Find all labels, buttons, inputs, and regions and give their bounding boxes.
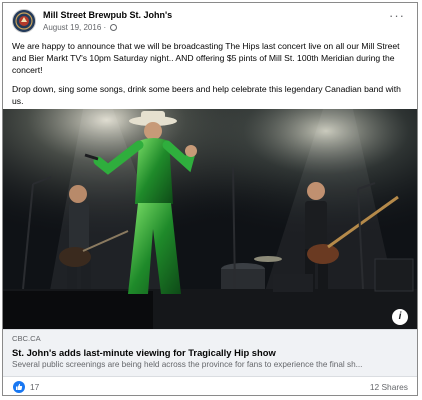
ellipsis-icon[interactable]: ··· [389,9,405,22]
shares-count[interactable]: 12 Shares [370,382,408,392]
page-name[interactable]: Mill Street Brewpub St. John's [43,10,172,20]
post-paragraph: We are happy to announce that we will be… [12,41,400,75]
link-domain: CBC.CA [12,334,41,343]
post-paragraph: Drop down, sing some songs, drink some b… [12,84,401,106]
reactions-bar: 17 12 Shares [3,378,417,395]
meta-separator: · [103,23,107,32]
post-text: We are happy to announce that we will be… [3,37,417,107]
concert-photo[interactable]: i [3,109,417,329]
like-count[interactable]: 17 [30,382,39,392]
link-description: Several public screenings are being held… [12,360,363,369]
post-date[interactable]: August 19, 2016 [43,23,101,32]
post-header: Mill Street Brewpub St. John's August 19… [3,3,417,37]
info-icon[interactable]: i [392,309,408,325]
concert-photo-image [3,109,417,329]
facebook-post: Mill Street Brewpub St. John's August 19… [2,2,418,396]
thumbs-up-glyph [16,383,23,390]
link-preview-card[interactable]: CBC.CA St. John's adds last-minute viewi… [3,329,417,377]
thumbs-up-icon[interactable] [13,381,25,393]
page-avatar[interactable] [12,9,36,33]
link-headline[interactable]: St. John's adds last-minute viewing for … [12,346,408,359]
brewpub-logo-icon [13,10,35,32]
post-meta: August 19, 2016 · [43,23,118,32]
globe-icon [110,24,118,31]
